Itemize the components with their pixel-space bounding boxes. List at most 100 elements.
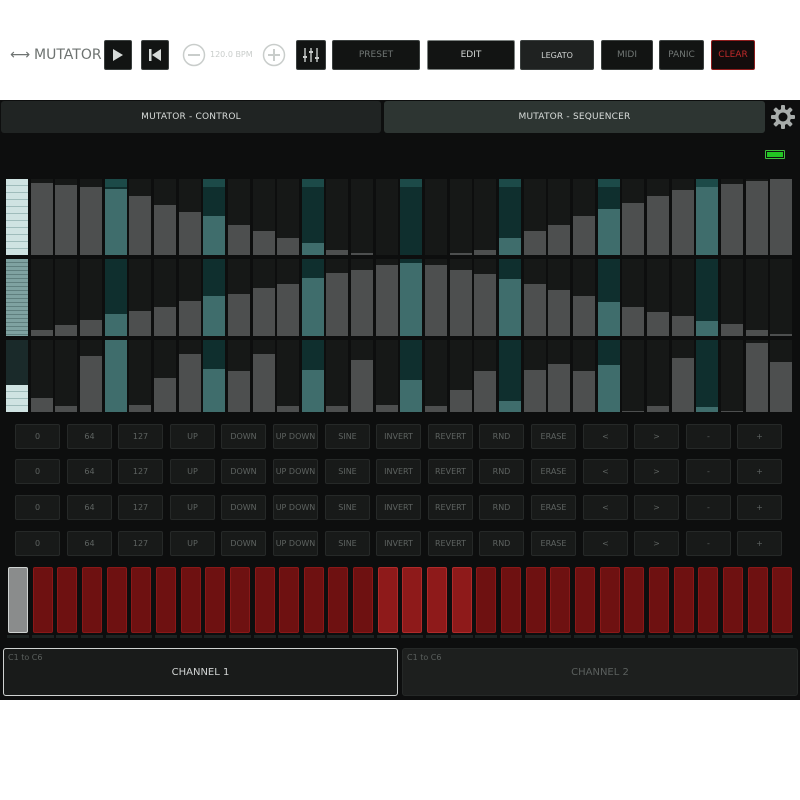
step-cell[interactable] [302,340,324,412]
lane-4-function-button[interactable]: 64 [67,531,112,556]
step-cell[interactable] [746,259,768,336]
step-column-31[interactable] [746,179,768,412]
edit-button[interactable]: EDIT [427,40,515,70]
step-cell[interactable] [474,340,496,412]
gate-pad-11[interactable] [255,567,275,633]
lane-1-function-button[interactable]: 64 [67,424,112,449]
lane-1-function-button[interactable]: UP DOWN [273,424,318,449]
lane-4-function-button[interactable]: UP [170,531,215,556]
lane-4-function-button[interactable]: RND [479,531,524,556]
step-cell[interactable] [6,259,28,336]
step-cell[interactable] [154,179,176,255]
step-cell[interactable] [203,259,225,336]
lane-2-function-button[interactable]: REVERT [428,459,473,484]
step-column-13[interactable] [302,179,324,412]
gate-pad-25[interactable] [600,567,620,633]
lane-3-function-button[interactable]: INVERT [376,495,421,520]
step-cell[interactable] [55,259,77,336]
step-cell[interactable] [326,179,348,255]
step-cell[interactable] [721,259,743,336]
step-cell[interactable] [179,340,201,412]
step-column-16[interactable] [376,179,398,412]
gate-pad-1[interactable] [8,567,28,633]
step-cell[interactable] [6,340,28,412]
step-cell[interactable] [647,259,669,336]
gate-pad-22[interactable] [526,567,546,633]
step-cell[interactable] [203,340,225,412]
play-button[interactable] [104,40,132,70]
step-cell[interactable] [573,340,595,412]
step-cell[interactable] [253,340,275,412]
step-cell[interactable] [302,179,324,255]
step-cell[interactable] [524,179,546,255]
step-column-32[interactable] [770,179,792,412]
step-cell[interactable] [129,179,151,255]
gate-pad-7[interactable] [156,567,176,633]
gate-pad-29[interactable] [698,567,718,633]
gate-pad-9[interactable] [205,567,225,633]
step-cell[interactable] [598,259,620,336]
step-cell[interactable] [425,179,447,255]
step-cell[interactable] [746,179,768,255]
step-cell[interactable] [351,340,373,412]
step-cell[interactable] [721,179,743,255]
midi-button[interactable]: MIDI [601,40,653,70]
rewind-button[interactable] [141,40,169,70]
step-cell[interactable] [179,179,201,255]
gate-pad-16[interactable] [378,567,398,633]
step-cell[interactable] [770,340,792,412]
lane-3-function-button[interactable]: > [634,495,679,520]
lane-2-function-button[interactable]: - [686,459,731,484]
step-column-22[interactable] [524,179,546,412]
lane-1-function-button[interactable]: SINE [325,424,370,449]
step-cell[interactable] [622,259,644,336]
step-cell[interactable] [129,340,151,412]
step-column-19[interactable] [450,179,472,412]
step-cell[interactable] [277,179,299,255]
lane-2-function-button[interactable]: + [737,459,782,484]
step-cell[interactable] [524,259,546,336]
step-column-26[interactable] [622,179,644,412]
step-column-4[interactable] [80,179,102,412]
resize-arrows-icon[interactable]: ⟷ [10,47,30,63]
lane-1-function-button[interactable]: + [737,424,782,449]
lane-3-function-button[interactable]: + [737,495,782,520]
step-cell[interactable] [302,259,324,336]
lane-3-function-button[interactable]: RND [479,495,524,520]
step-column-14[interactable] [326,179,348,412]
lane-2-function-button[interactable]: 0 [15,459,60,484]
step-cell[interactable] [696,179,718,255]
step-cell[interactable] [548,340,570,412]
gate-pad-14[interactable] [328,567,348,633]
gate-pad-21[interactable] [501,567,521,633]
step-cell[interactable] [80,259,102,336]
step-cell[interactable] [80,340,102,412]
lane-3-function-button[interactable]: REVERT [428,495,473,520]
gear-icon[interactable] [767,101,799,133]
lane-3-function-button[interactable]: < [583,495,628,520]
lane-4-function-button[interactable]: INVERT [376,531,421,556]
step-cell[interactable] [105,340,127,412]
step-cell[interactable] [425,340,447,412]
gate-pad-8[interactable] [181,567,201,633]
lane-1-function-button[interactable]: RND [479,424,524,449]
step-cell[interactable] [770,179,792,255]
step-cell[interactable] [376,179,398,255]
lane-2-function-button[interactable]: SINE [325,459,370,484]
gate-pad-26[interactable] [624,567,644,633]
step-cell[interactable] [499,179,521,255]
step-cell[interactable] [129,259,151,336]
gate-pad-5[interactable] [107,567,127,633]
panic-button[interactable]: PANIC [659,40,704,70]
tab-control[interactable]: MUTATOR - CONTROL [1,101,381,133]
lane-4-function-button[interactable]: + [737,531,782,556]
step-cell[interactable] [696,340,718,412]
step-cell[interactable] [31,340,53,412]
gate-pad-23[interactable] [550,567,570,633]
step-column-28[interactable] [672,179,694,412]
step-cell[interactable] [376,259,398,336]
gate-pad-24[interactable] [575,567,595,633]
step-cell[interactable] [351,259,373,336]
step-cell[interactable] [179,259,201,336]
step-cell[interactable] [598,179,620,255]
